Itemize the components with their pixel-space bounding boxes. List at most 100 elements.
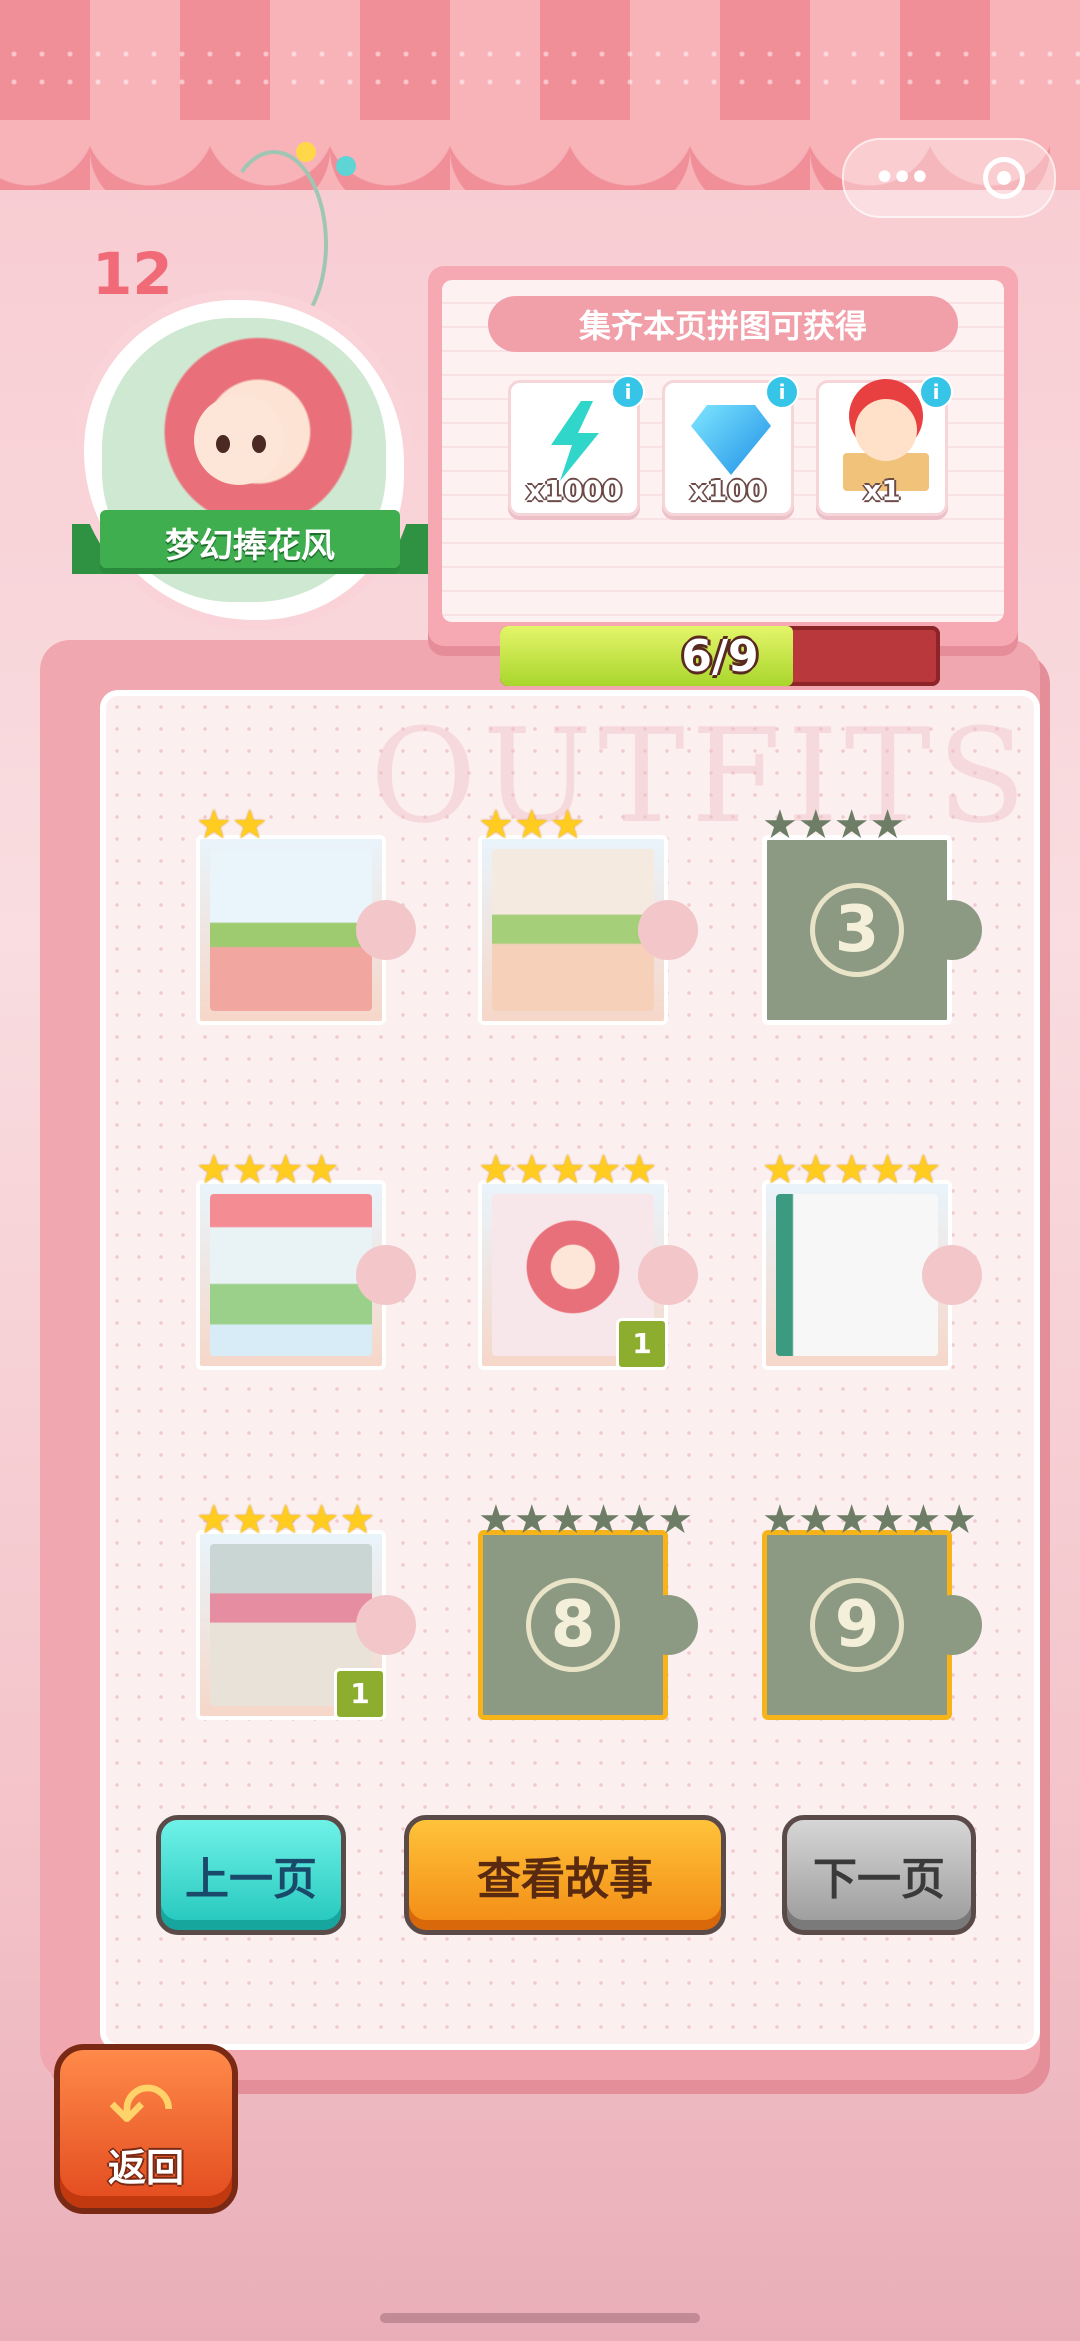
reward-panel: 集齐本页拼图可获得 x1000 i x100 i x1 i 6/9 (428, 266, 1018, 686)
star-icon: ★ (549, 802, 586, 848)
star-icon: ★ (196, 802, 232, 848)
star-rating: ★ ★ ★ ★ ★ ★ (478, 1500, 693, 1540)
outfits-watermark: OUTFITS (370, 700, 1033, 852)
jester-box-icon (855, 399, 917, 461)
star-icon: ★ (621, 1497, 658, 1543)
star-icon: ★ (231, 802, 268, 848)
info-icon[interactable]: i (611, 375, 645, 409)
character-face (194, 395, 284, 485)
piece-number: 3 (810, 883, 904, 977)
star-rating: ★ ★ ★ ★ ★ ★ (762, 1500, 977, 1540)
star-icon: ★ (762, 1147, 798, 1193)
star-icon: ★ (621, 1147, 658, 1193)
star-icon: ★ (762, 1497, 798, 1543)
puzzle-piece-3[interactable]: 3 ★ ★ ★ ★ (762, 805, 982, 1035)
puzzle-piece-7[interactable]: 1 ★ ★ ★ ★ ★ (196, 1500, 416, 1730)
star-icon: ★ (905, 1147, 942, 1193)
star-icon: ★ (797, 1497, 834, 1543)
reward-title: 集齐本页拼图可获得 (488, 296, 958, 352)
star-icon: ★ (231, 1147, 268, 1193)
view-story-button[interactable]: 查看故事 (404, 1815, 726, 1935)
star-icon: ★ (905, 1497, 942, 1543)
star-icon: ★ (762, 802, 798, 848)
info-icon[interactable]: i (919, 375, 953, 409)
star-icon: ★ (797, 802, 834, 848)
reward-qty: x1 (863, 474, 901, 507)
more-icon[interactable]: ••• (873, 155, 932, 201)
star-icon: ★ (833, 1147, 870, 1193)
next-page-button[interactable]: 下一页 (782, 1815, 976, 1935)
star-icon: ★ (585, 1497, 622, 1543)
star-icon: ★ (833, 802, 870, 848)
star-icon: ★ (549, 1497, 586, 1543)
star-icon: ★ (339, 1497, 376, 1543)
star-icon: ★ (231, 1497, 268, 1543)
star-icon: ★ (303, 1497, 340, 1543)
level-name-ribbon: 梦幻捧花风 (72, 510, 428, 574)
reward-qty: x1000 (526, 474, 622, 507)
star-icon: ★ (869, 802, 906, 848)
star-icon: ★ (513, 1497, 550, 1543)
collection-progress-bar: 6/9 (500, 626, 940, 686)
mini-program-capsule[interactable]: ••• (842, 138, 1056, 218)
back-label: 返回 (107, 2146, 184, 2190)
puzzle-piece-5[interactable]: 1 ★ ★ ★ ★ ★ (478, 1150, 698, 1380)
piece-number: 9 (810, 1578, 904, 1672)
puzzle-piece-9[interactable]: 9 ★ ★ ★ ★ ★ ★ (762, 1500, 982, 1730)
progress-text: 6/9 (681, 630, 759, 682)
puzzle-artwork (492, 849, 654, 1011)
star-icon: ★ (196, 1147, 232, 1193)
diamond-icon (691, 405, 771, 475)
star-icon: ★ (657, 1497, 694, 1543)
star-rating: ★ ★ ★ ★ ★ (478, 1150, 657, 1190)
close-target-icon[interactable] (983, 157, 1026, 199)
home-indicator[interactable] (380, 2313, 700, 2323)
level-number: 12 (92, 240, 173, 308)
piece-count-badge: 1 (334, 1668, 386, 1720)
puzzle-piece-1[interactable]: ★ ★ (196, 805, 416, 1035)
info-icon[interactable]: i (765, 375, 799, 409)
star-icon: ★ (869, 1497, 906, 1543)
energy-bolt-icon (551, 401, 599, 481)
puzzle-piece-8[interactable]: 8 ★ ★ ★ ★ ★ ★ (478, 1500, 698, 1730)
star-rating: ★ ★ (196, 805, 268, 845)
star-icon: ★ (869, 1147, 906, 1193)
bead-decoration (336, 156, 356, 176)
star-rating: ★ ★ ★ ★ ★ (762, 1150, 941, 1190)
puzzle-artwork (210, 849, 372, 1011)
star-icon: ★ (267, 1147, 304, 1193)
puzzle-piece-4[interactable]: ★ ★ ★ ★ (196, 1150, 416, 1380)
star-icon: ★ (478, 1147, 514, 1193)
back-button[interactable]: ↶ 返回 (54, 2044, 238, 2214)
star-icon: ★ (797, 1147, 834, 1193)
prev-page-button[interactable]: 上一页 (156, 1815, 346, 1935)
star-icon: ★ (941, 1497, 978, 1543)
star-icon: ★ (478, 802, 514, 848)
star-icon: ★ (549, 1147, 586, 1193)
star-icon: ★ (303, 1147, 340, 1193)
star-rating: ★ ★ ★ ★ ★ (196, 1500, 375, 1540)
eye-icon (216, 435, 230, 453)
star-rating: ★ ★ ★ ★ (762, 805, 905, 845)
reward-item-jester-box[interactable]: x1 i (816, 375, 953, 516)
puzzle-artwork (776, 1194, 938, 1356)
star-icon: ★ (267, 1497, 304, 1543)
star-icon: ★ (196, 1497, 232, 1543)
star-icon: ★ (585, 1147, 622, 1193)
bead-decoration (296, 142, 316, 162)
piece-count-badge: 1 (616, 1318, 668, 1370)
star-icon: ★ (478, 1497, 514, 1543)
star-icon: ★ (833, 1497, 870, 1543)
reward-item-energy[interactable]: x1000 i (508, 375, 645, 516)
star-icon: ★ (513, 1147, 550, 1193)
puzzle-piece-2[interactable]: ★ ★ ★ (478, 805, 698, 1035)
reward-qty: x100 (689, 474, 767, 507)
star-rating: ★ ★ ★ (478, 805, 586, 845)
eye-icon (252, 435, 266, 453)
piece-number: 8 (526, 1578, 620, 1672)
star-rating: ★ ★ ★ ★ (196, 1150, 339, 1190)
reward-item-diamond[interactable]: x100 i (662, 375, 799, 516)
puzzle-piece-6[interactable]: ★ ★ ★ ★ ★ (762, 1150, 982, 1380)
star-icon: ★ (513, 802, 550, 848)
puzzle-artwork (210, 1194, 372, 1356)
